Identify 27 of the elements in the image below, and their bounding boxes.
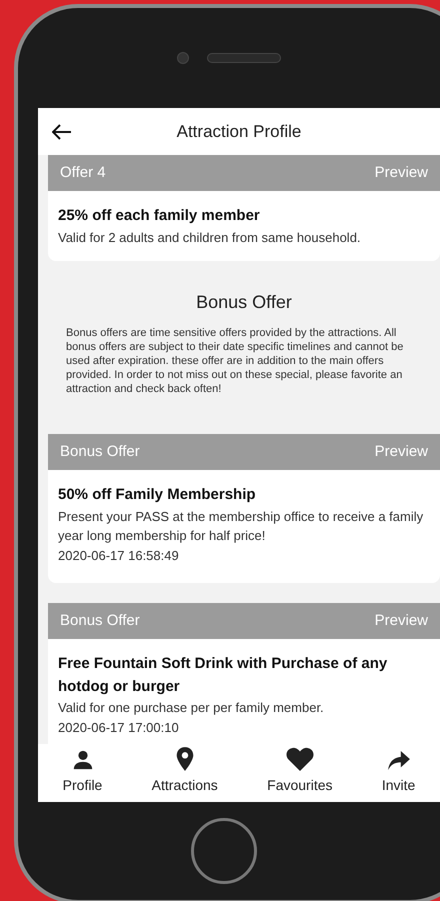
section-heading: Bonus Offer bbox=[196, 291, 292, 314]
offer-title: Free Fountain Soft Drink with Purchase of any hotdog or burger bbox=[58, 654, 388, 696]
share-arrow-icon bbox=[388, 751, 410, 771]
offer-description: Valid for 2 adults and children from same household. bbox=[58, 228, 362, 246]
offer-title: 50% off Family Membership bbox=[58, 485, 257, 505]
offer-label: Offer 4 bbox=[60, 162, 106, 183]
info-paragraph: Bonus offers are time sensitive offers provided by the attractions. All bonus offers are subject to their date specific timelines and cannot be used after expiration. these offer are in addition to the main offers provided. In order to not miss out on these special, please favorite an attraction and check back often! bbox=[66, 326, 404, 396]
tab-label: Invite bbox=[382, 776, 416, 795]
heart-icon bbox=[286, 747, 314, 771]
offer-description: Valid for one purchase per per family member. bbox=[58, 699, 325, 717]
tab-label: Attractions bbox=[152, 776, 218, 795]
tab-label: Profile bbox=[62, 776, 102, 795]
tab-label: Favourites bbox=[267, 776, 332, 795]
tab-item[interactable]: Attractions bbox=[152, 747, 218, 796]
offer-description: Present your PASS at the membership office to receive a family year long membership for half price! bbox=[58, 508, 424, 545]
offer-title: 25% off each family member bbox=[58, 206, 261, 226]
offer-date: 2020-06-17 16:58:49 bbox=[58, 546, 180, 564]
screen-title: Attraction Profile bbox=[176, 120, 302, 143]
offer-label: Bonus Offer bbox=[60, 442, 140, 462]
camera-icon bbox=[177, 52, 189, 64]
person-icon bbox=[72, 749, 94, 771]
tab-item[interactable]: Favourites bbox=[267, 747, 332, 796]
tab-item[interactable]: Invite bbox=[382, 751, 416, 796]
offer-date: 2020-06-17 17:00:10 bbox=[58, 718, 180, 736]
back-arrow-icon[interactable] bbox=[52, 124, 72, 140]
offer-label: Bonus Offer bbox=[60, 610, 140, 631]
tab-item[interactable]: Profile bbox=[62, 749, 102, 796]
